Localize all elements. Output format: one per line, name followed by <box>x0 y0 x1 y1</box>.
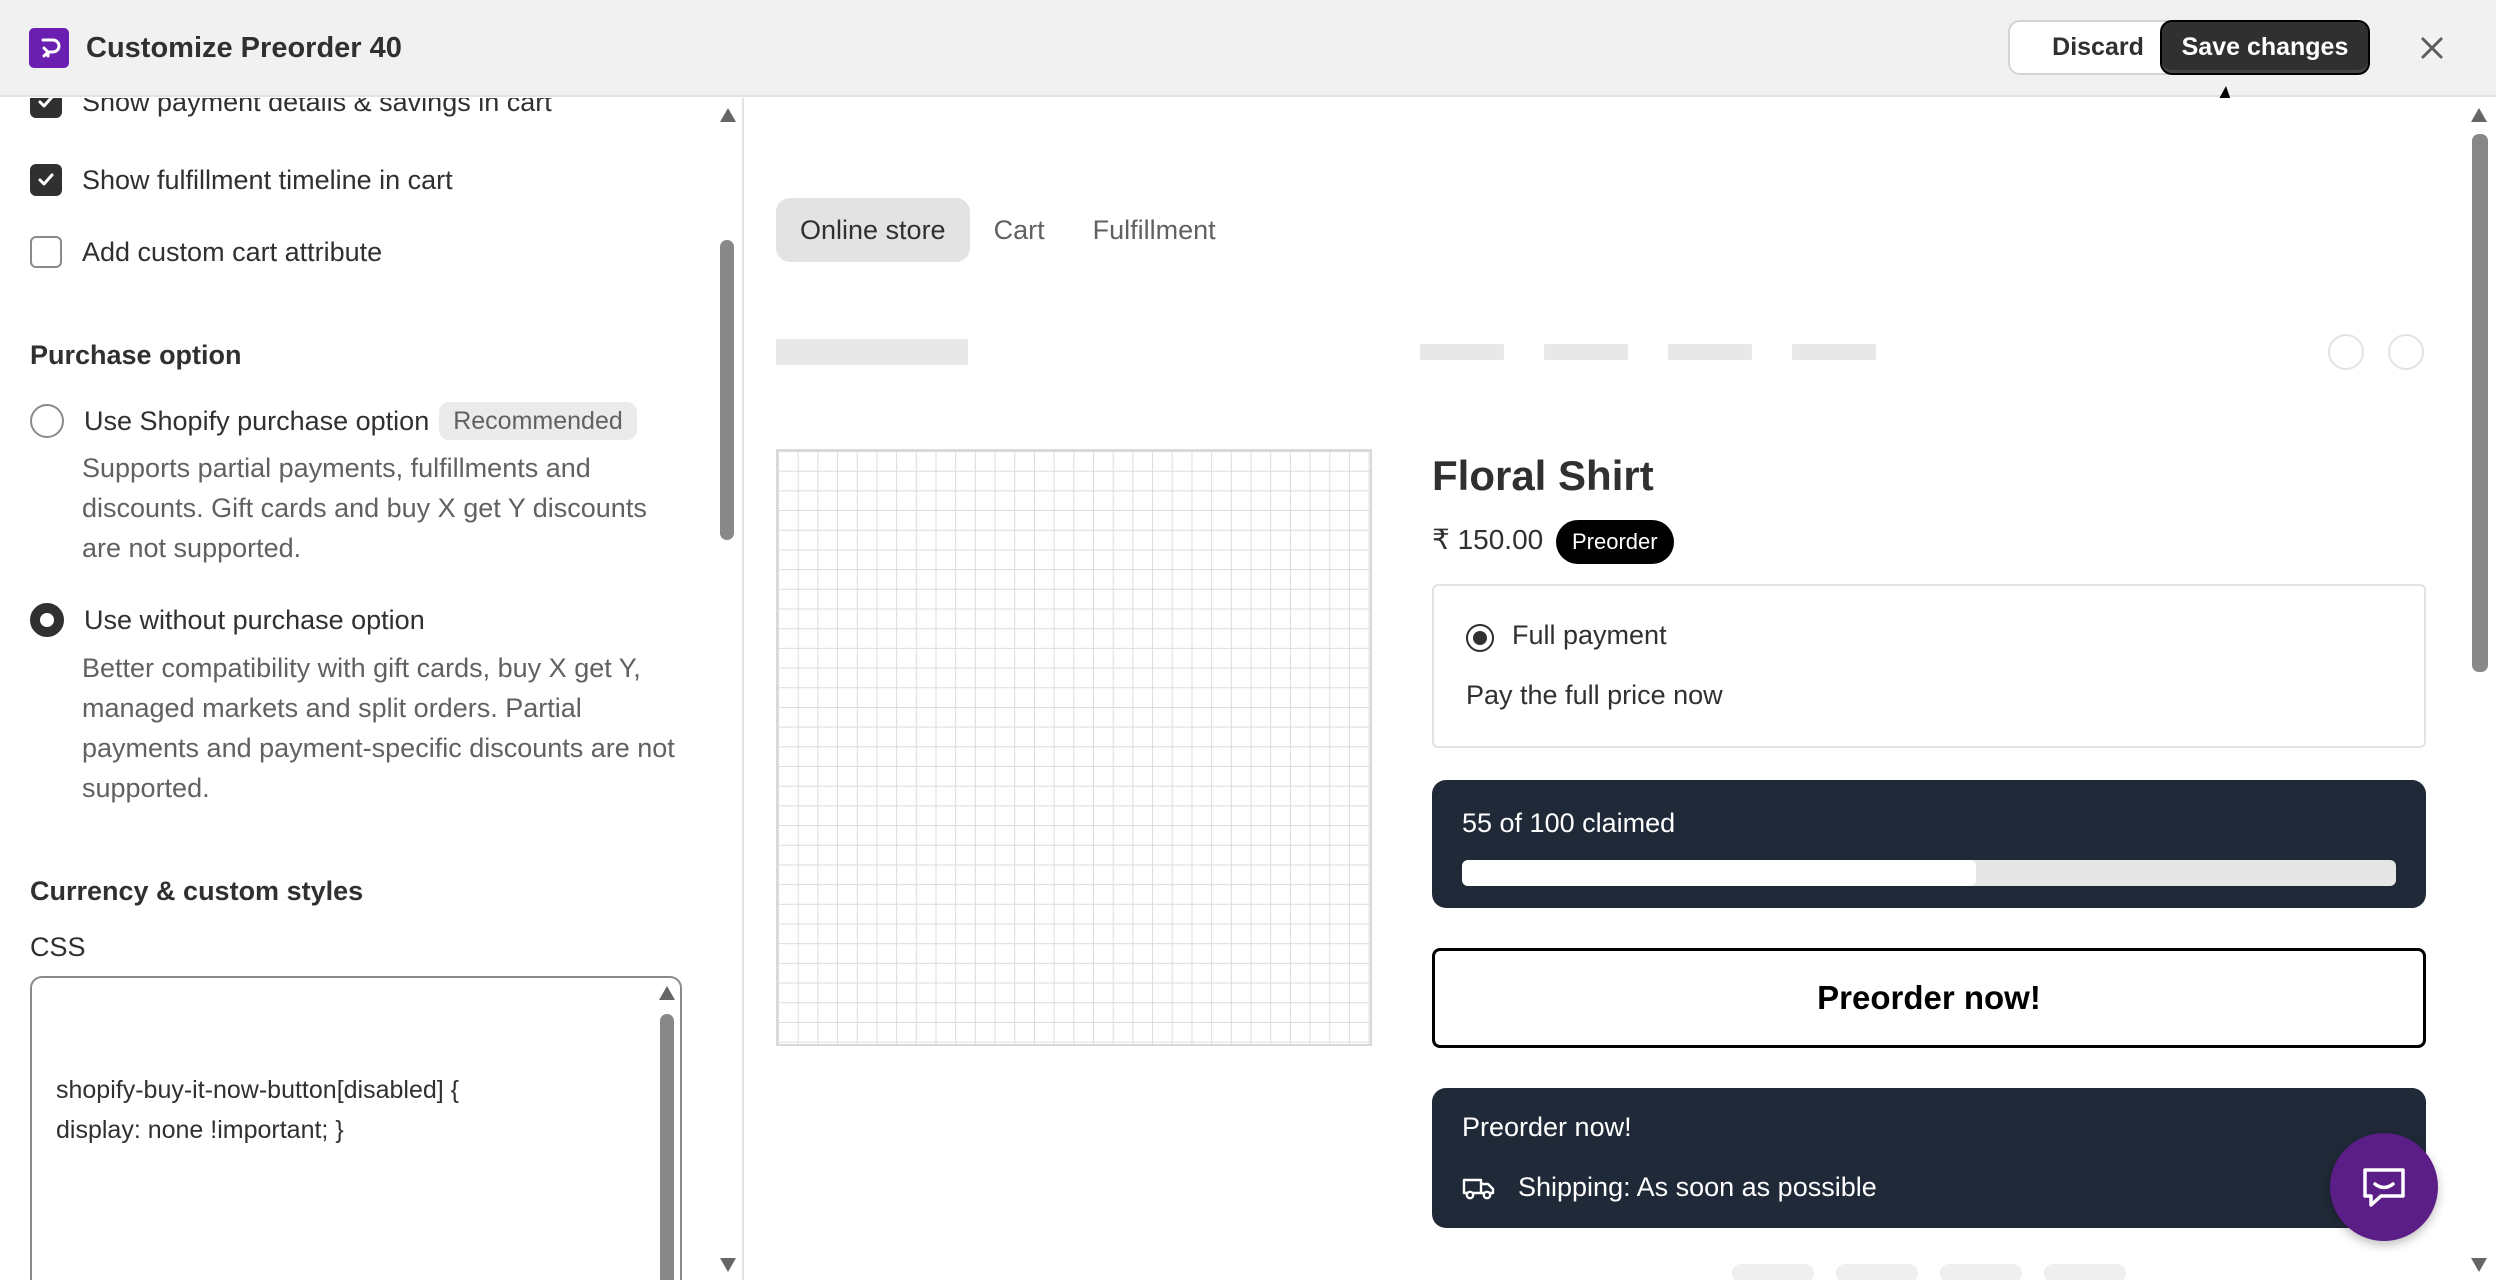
payment-option-description: Pay the full price now <box>1466 680 1723 710</box>
css-textarea[interactable]: shopify-buy-it-now-button[disabled] { di… <box>30 976 682 1280</box>
claimed-progress-card: 55 of 100 claimed <box>1432 780 2426 908</box>
modal-header: Customize Preorder 40 Discard Save chang… <box>0 0 2496 97</box>
app-logo-icon <box>29 28 69 68</box>
purchase-option-title: Purchase option <box>30 340 242 370</box>
radio-label: Use Shopify purchase option <box>84 406 430 436</box>
tab-cart[interactable]: Cart <box>970 198 1069 262</box>
checkbox-fulfillment-timeline[interactable] <box>30 164 62 196</box>
css-label: CSS <box>30 932 86 962</box>
scroll-up-arrow-icon[interactable] <box>2471 108 2487 122</box>
scroll-up-arrow-icon[interactable] <box>659 986 675 1000</box>
scroll-thumb[interactable] <box>720 240 734 540</box>
checkmark-icon <box>38 98 54 108</box>
scroll-thumb[interactable] <box>2472 134 2488 672</box>
chat-icon[interactable] <box>2330 1133 2438 1241</box>
recommended-badge: Recommended <box>439 402 637 440</box>
skeleton-footer-item <box>1836 1264 1918 1280</box>
truck-icon <box>1462 1178 1495 1199</box>
skeleton-footer-item <box>1732 1264 1814 1280</box>
radio-shopify-purchase-option[interactable]: Use Shopify purchase option Recommended <box>30 402 637 440</box>
settings-panel-scrollbar[interactable] <box>714 98 742 1280</box>
claimed-text: 55 of 100 claimed <box>1462 808 1676 838</box>
preview-scrollbar[interactable] <box>2462 98 2496 1280</box>
radio-button[interactable] <box>30 603 64 637</box>
skeleton-logo <box>776 339 968 365</box>
skeleton-icon <box>2388 334 2424 370</box>
skeleton-nav-item <box>1668 344 1752 360</box>
option-label: Show fulfillment timeline in cart <box>82 165 453 195</box>
currency-styles-title: Currency & custom styles <box>30 876 364 906</box>
save-changes-button[interactable]: Save changes <box>2160 20 2370 75</box>
skeleton-footer-item <box>1940 1264 2022 1280</box>
skeleton-icon <box>2328 334 2364 370</box>
option-custom-cart-attribute[interactable]: Add custom cart attribute <box>30 234 382 270</box>
shopify-option-description: Supports partial payments, fulfillments … <box>82 453 647 563</box>
page-title: Customize Preorder 40 <box>86 32 402 64</box>
checkbox-custom-cart-attribute[interactable] <box>30 236 62 268</box>
skeleton-nav-item <box>1420 344 1504 360</box>
shipping-text: Shipping: As soon as possible <box>1518 1172 1877 1202</box>
radio-button[interactable] <box>30 404 64 438</box>
option-payment-details[interactable]: Show payment details & savings in cart <box>30 98 552 120</box>
product-title: Floral Shirt <box>1432 452 1654 499</box>
scroll-down-arrow-icon[interactable] <box>720 1258 736 1272</box>
without-option-description: Better compatibility with gift cards, bu… <box>82 653 675 803</box>
skeleton-nav-item <box>1544 344 1628 360</box>
css-textarea-value[interactable]: shopify-buy-it-now-button[disabled] { di… <box>56 1070 616 1150</box>
payment-option-card[interactable]: Full payment Pay the full price now <box>1432 584 2426 748</box>
textarea-scrollbar[interactable] <box>656 980 678 1280</box>
tab-online-store[interactable]: Online store <box>776 198 970 262</box>
shipping-row: Shipping: As soon as possible <box>1462 1172 1877 1203</box>
option-label: Add custom cart attribute <box>82 237 383 267</box>
preview-tabs: Online store Cart Fulfillment <box>776 198 1240 262</box>
info-title: Preorder now! <box>1462 1112 1632 1142</box>
radio-label: Use without purchase option <box>84 605 425 635</box>
preorder-badge: Preorder <box>1556 520 1674 564</box>
scroll-down-arrow-icon[interactable] <box>2471 1258 2487 1272</box>
preorder-info-card: Preorder now! Shipping: As soon as possi… <box>1432 1088 2426 1228</box>
radio-without-purchase-option[interactable]: Use without purchase option <box>30 602 425 638</box>
close-icon[interactable] <box>2410 26 2454 70</box>
skeleton-footer-item <box>2044 1264 2126 1280</box>
product-price: ₹ 150.00 <box>1432 524 1544 555</box>
scroll-thumb[interactable] <box>660 1014 674 1280</box>
product-image-placeholder <box>776 449 1372 1046</box>
option-fulfillment-timeline[interactable]: Show fulfillment timeline in cart <box>30 162 453 198</box>
checkbox-payment-details[interactable] <box>30 98 62 118</box>
payment-option-label: Full payment <box>1512 620 1667 650</box>
option-label: Show payment details & savings in cart <box>82 98 552 117</box>
preorder-now-button[interactable]: Preorder now! <box>1432 948 2426 1048</box>
skeleton-nav-item <box>1792 344 1876 360</box>
settings-panel: Show payment details & savings in cart S… <box>0 98 744 1280</box>
checkmark-icon <box>38 173 54 186</box>
scroll-up-arrow-icon[interactable] <box>720 108 736 122</box>
tab-fulfillment[interactable]: Fulfillment <box>1069 198 1240 262</box>
progress-fill <box>1462 860 1976 886</box>
claimed-progress-bar <box>1462 860 2396 886</box>
radio-full-payment[interactable] <box>1466 624 1494 652</box>
